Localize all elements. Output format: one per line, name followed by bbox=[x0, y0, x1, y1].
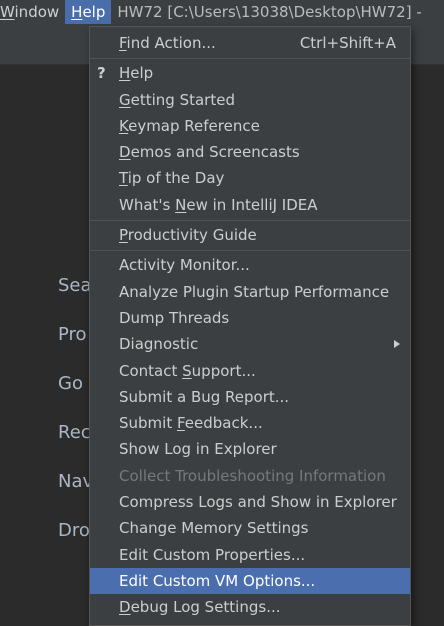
menu-item-activity-monitor[interactable]: Activity Monitor... bbox=[90, 252, 410, 278]
submenu-arrow-icon bbox=[394, 340, 400, 349]
window-title: HW72 [C:\Users\13038\Desktop\HW72] - bbox=[117, 3, 422, 21]
tip-post: ip of the Day bbox=[127, 169, 225, 188]
keymap-mnemonic: K bbox=[119, 116, 129, 135]
help-menu[interactable]: Help bbox=[65, 0, 112, 24]
menu-item-analyze-plugin-startup[interactable]: Analyze Plugin Startup Performance bbox=[90, 279, 410, 305]
find-action-post: ind Action... bbox=[126, 34, 216, 52]
submit-feedback-pre: Submit bbox=[119, 414, 177, 433]
menu-item-compress-logs[interactable]: Compress Logs and Show in Explorer bbox=[90, 489, 410, 515]
menu-item-debug-log-settings[interactable]: Debug Log Settings... bbox=[90, 594, 410, 620]
debug-log-mnemonic: D bbox=[119, 598, 131, 617]
menu-item-collect-troubleshooting: Collect Troubleshooting Information bbox=[119, 466, 386, 485]
contact-support-pre: Contact bbox=[119, 361, 183, 380]
menu-item-submit-bug-report[interactable]: Submit a Bug Report... bbox=[90, 384, 410, 410]
window-menu[interactable]: Window bbox=[0, 0, 65, 24]
menu-item-show-log[interactable]: Show Log in Explorer bbox=[90, 436, 410, 462]
demos-post: emos and Screencasts bbox=[130, 143, 300, 162]
productivity-post: roductivity Guide bbox=[127, 226, 257, 245]
find-action-shortcut: Ctrl+Shift+A bbox=[299, 34, 396, 52]
welcome-action-drop[interactable]: Dro bbox=[58, 518, 93, 567]
menu-item-change-memory[interactable]: Change Memory Settings bbox=[90, 515, 410, 541]
find-action-mnemonic: F bbox=[119, 34, 127, 52]
whats-new-mnemonic: N bbox=[175, 195, 187, 214]
menu-item-productivity-guide[interactable]: Productivity Guide bbox=[90, 222, 410, 248]
menu-item-edit-custom-vm-options[interactable]: Edit Custom VM Options... bbox=[90, 567, 410, 595]
demos-mnemonic: D bbox=[119, 143, 131, 162]
menu-separator bbox=[90, 250, 410, 252]
welcome-action-navigation[interactable]: Nav bbox=[58, 469, 93, 518]
welcome-action-search[interactable]: Sea bbox=[58, 273, 93, 322]
help-dropdown-menu: Find Action... Ctrl+Shift+A ? Help Getting… bbox=[89, 26, 411, 626]
menu-item-contact-support[interactable]: Contact Support... bbox=[90, 358, 410, 384]
welcome-action-recent[interactable]: Rec bbox=[58, 420, 93, 469]
menu-item-demos[interactable]: Demos and Screencasts bbox=[90, 139, 410, 165]
menu-item-edit-custom-properties[interactable]: Edit Custom Properties... bbox=[90, 542, 410, 568]
menu-item-find-action[interactable]: Find Action... Ctrl+Shift+A bbox=[90, 30, 410, 56]
question-mark-icon: ? bbox=[97, 64, 106, 83]
help-menu-mnemonic: H bbox=[71, 3, 83, 21]
menu-item-diagnostic[interactable]: Diagnostic bbox=[90, 331, 410, 357]
welcome-actions-list: Sea Pro Go Rec Nav Dro bbox=[58, 273, 93, 567]
getting-started-mnemonic: G bbox=[119, 90, 131, 109]
diagnostic-label: Diagnostic bbox=[119, 335, 199, 354]
menu-item-dump-threads[interactable]: Dump Threads bbox=[90, 305, 410, 331]
getting-started-post: etting Started bbox=[130, 90, 235, 109]
whats-new-post: ew in IntelliJ IDEA bbox=[186, 195, 318, 214]
menu-item-help[interactable]: ? Help bbox=[90, 60, 410, 86]
help-mnemonic: H bbox=[119, 64, 131, 83]
whats-new-pre: What's bbox=[119, 195, 176, 214]
menu-item-whats-new[interactable]: What's New in IntelliJ IDEA bbox=[90, 192, 410, 218]
tip-mnemonic: T bbox=[119, 169, 128, 188]
menu-item-submit-feedback[interactable]: Submit Feedback... bbox=[90, 410, 410, 436]
submit-feedback-mnemonic: F bbox=[176, 414, 185, 433]
welcome-action-goto[interactable]: Go bbox=[58, 371, 93, 420]
menu-separator bbox=[90, 58, 410, 60]
help-post: elp bbox=[130, 64, 154, 83]
help-menu-post: elp bbox=[82, 3, 106, 21]
contact-support-post: upport... bbox=[191, 361, 256, 380]
contact-support-mnemonic: S bbox=[182, 361, 192, 380]
submit-feedback-post: eedback... bbox=[184, 414, 263, 433]
debug-log-post: ebug Log Settings... bbox=[130, 598, 281, 617]
window-menu-post: indow bbox=[14, 3, 60, 21]
menu-separator bbox=[90, 220, 410, 222]
keymap-post: eymap Reference bbox=[128, 116, 260, 135]
menu-item-keymap-reference[interactable]: Keymap Reference bbox=[90, 113, 410, 139]
menu-item-tip-of-the-day[interactable]: Tip of the Day bbox=[90, 165, 410, 191]
productivity-mnemonic: P bbox=[119, 226, 128, 245]
window-menu-mnemonic: W bbox=[0, 3, 15, 21]
menu-item-getting-started[interactable]: Getting Started bbox=[90, 87, 410, 113]
welcome-action-project[interactable]: Pro bbox=[58, 322, 93, 371]
menu-bar: Window Help HW72 [C:\Users\13038\Desktop… bbox=[0, 0, 444, 24]
